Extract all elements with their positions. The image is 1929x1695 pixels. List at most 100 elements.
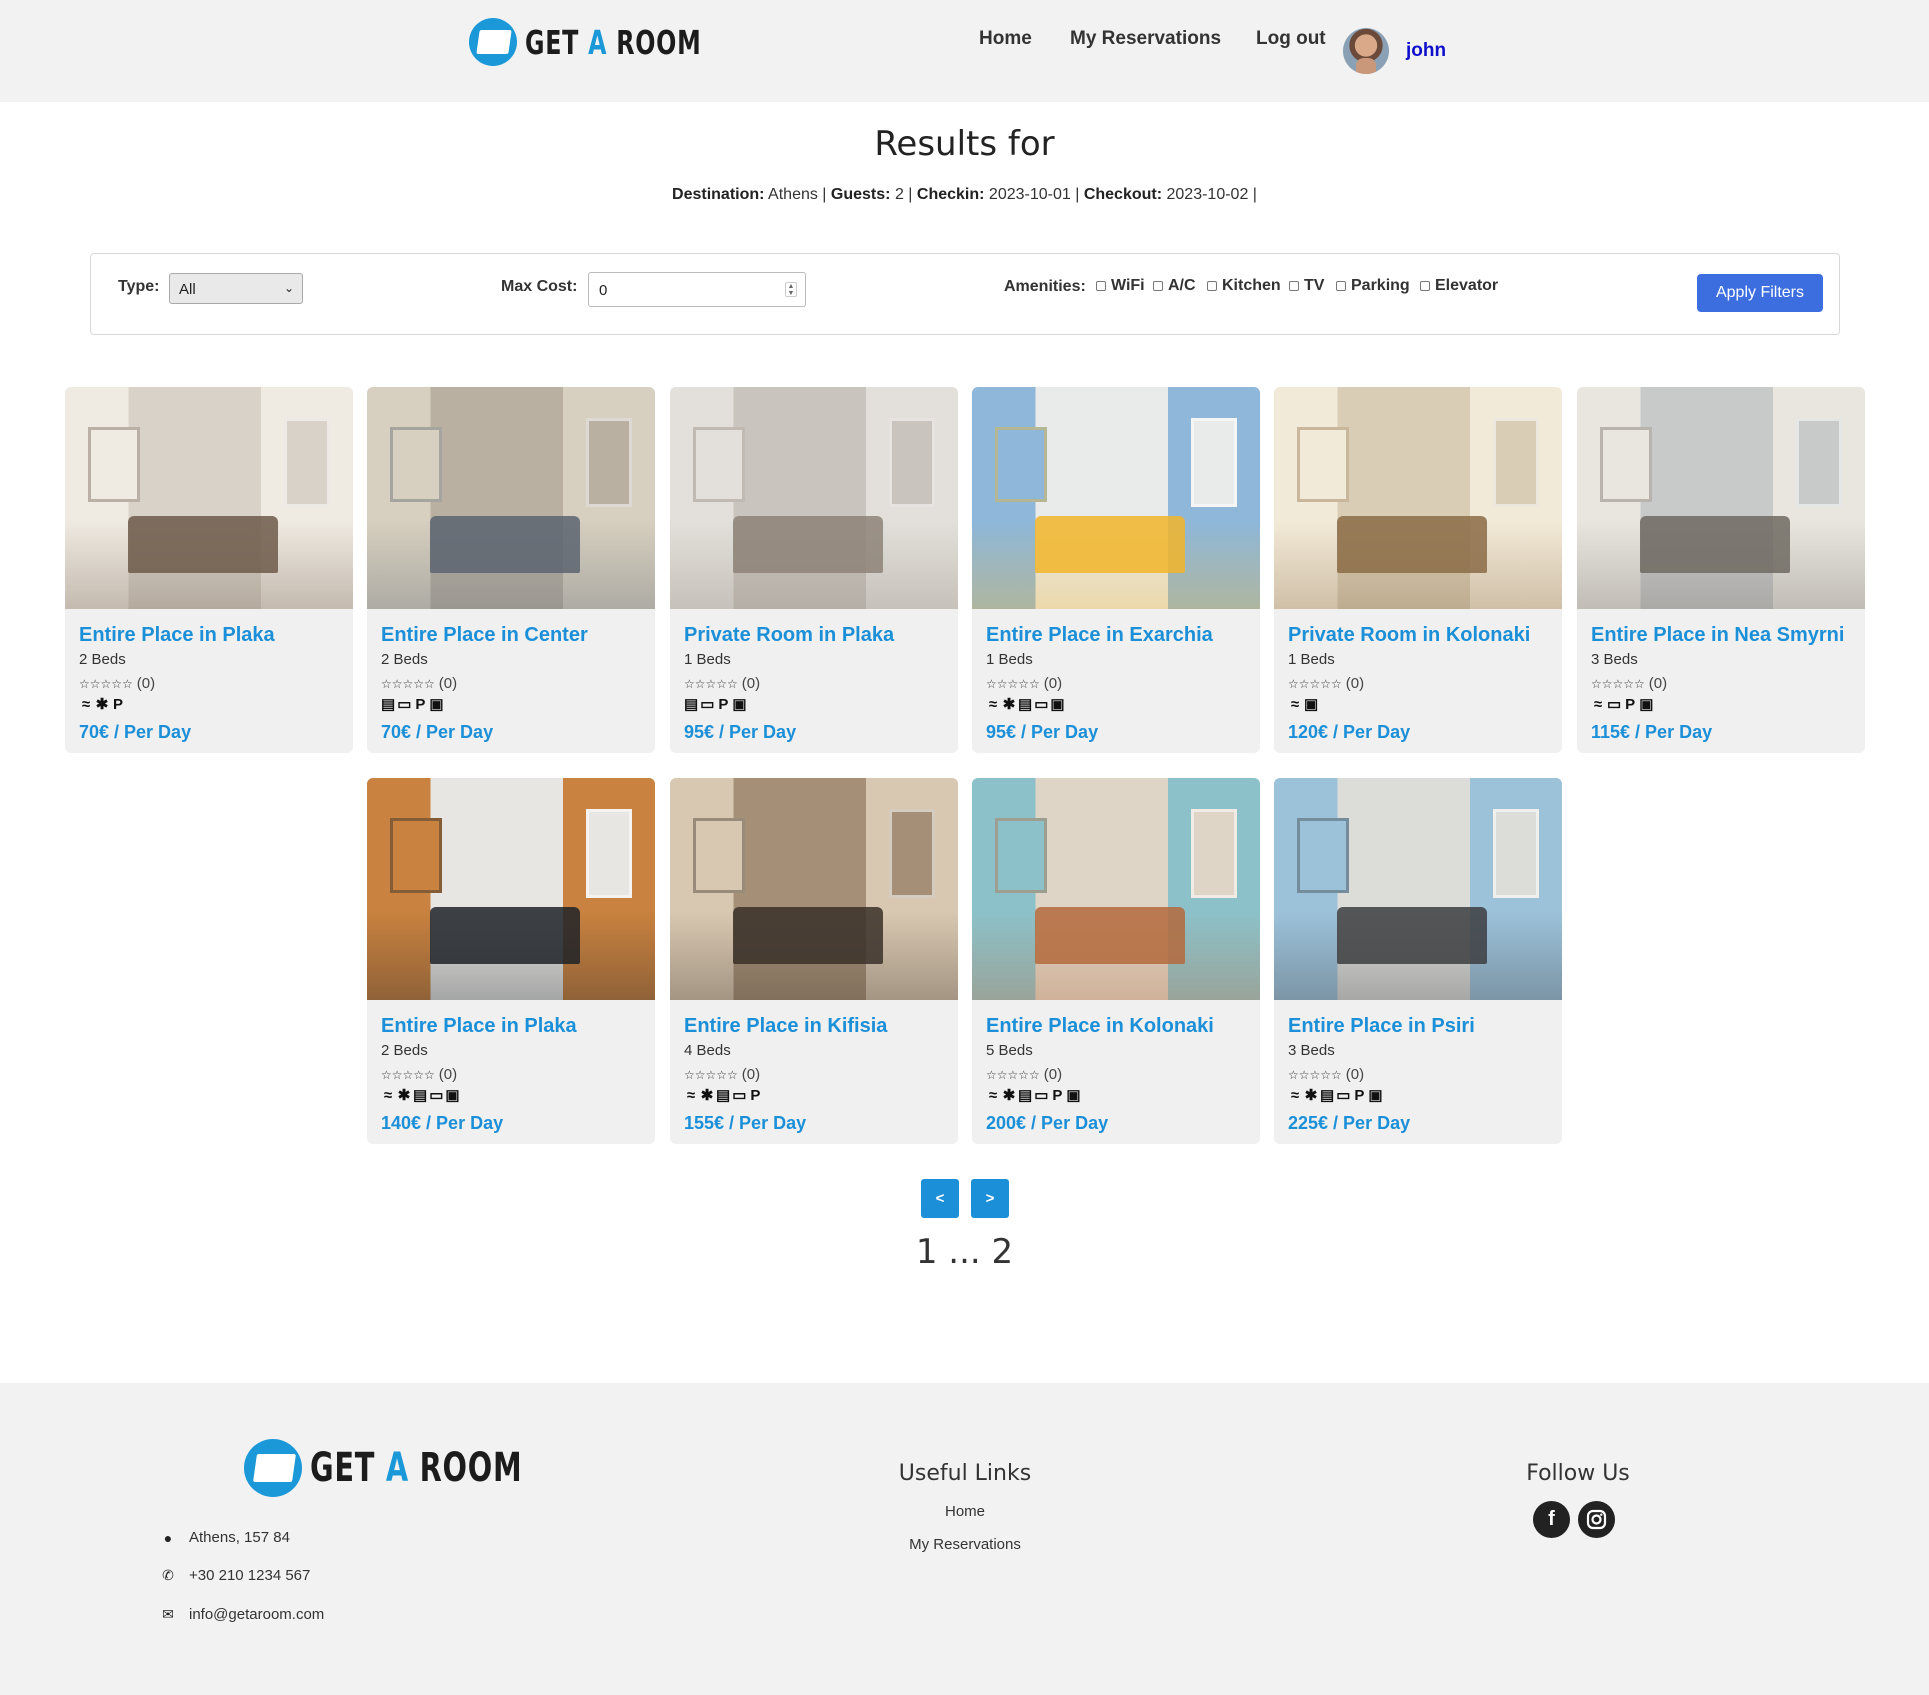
star-rating-icon: ☆☆☆☆☆ [986, 1067, 1040, 1082]
listing-amenities: ▤ ▭ P ▣ [381, 695, 444, 714]
listing-title[interactable]: Entire Place in Kolonaki [986, 1015, 1214, 1038]
amenity-elevator-checkbox[interactable]: Elevator [1420, 277, 1498, 295]
amenity-kitchen-checkbox[interactable]: Kitchen [1207, 277, 1281, 295]
stepper-icon[interactable]: ▲ ▼ [785, 282, 797, 297]
listing-photo[interactable] [367, 387, 655, 609]
listing-card[interactable]: Entire Place in Exarchia 1 Beds ☆☆☆☆☆ (0… [972, 387, 1260, 753]
ac-icon: ✱ [1304, 1087, 1318, 1104]
listing-title[interactable]: Entire Place in Plaka [79, 624, 275, 647]
search-summary: Destination: Athens | Guests: 2 | Checki… [672, 186, 1257, 203]
useful-links-heading: Useful Links [898, 1461, 1032, 1486]
amenity-wifi-checkbox[interactable]: WiFi [1096, 277, 1145, 295]
tv-icon: ▭ [1034, 696, 1049, 713]
listing-rating: ☆☆☆☆☆ (0) [986, 1066, 1063, 1083]
listing-photo[interactable] [367, 778, 655, 1000]
listing-title[interactable]: Private Room in Plaka [684, 624, 894, 647]
star-rating-icon: ☆☆☆☆☆ [684, 1067, 738, 1082]
apply-filters-button[interactable]: Apply Filters [1697, 274, 1823, 312]
parking-icon: P [750, 1086, 761, 1104]
elevator-icon: ▣ [1368, 1087, 1383, 1104]
amenity-parking-checkbox[interactable]: Parking [1336, 277, 1410, 295]
logo-text: GET A ROOM [525, 22, 702, 62]
wifi-icon: ≈ [686, 1086, 696, 1104]
listing-amenities: ≈ ✱ ▤ ▭ P [684, 1086, 762, 1105]
parking-icon: P [415, 695, 426, 713]
kitchen-icon: ▤ [1018, 696, 1033, 713]
instagram-icon[interactable] [1578, 1501, 1615, 1538]
username-link[interactable]: john [1406, 40, 1446, 62]
ac-icon: ✱ [700, 1087, 714, 1104]
listing-title[interactable]: Entire Place in Center [381, 624, 588, 647]
listing-amenities: ≈ ✱ P [79, 695, 125, 714]
listing-amenities: ▤ ▭ P ▣ [684, 695, 747, 714]
listing-card[interactable]: Entire Place in Kifisia 4 Beds ☆☆☆☆☆ (0)… [670, 778, 958, 1144]
site-footer: GET A ROOM ● Athens, 157 84 ✆ +30 210 1234… [0, 1383, 1929, 1695]
listing-card[interactable]: Entire Place in Plaka 2 Beds ☆☆☆☆☆ (0) ≈… [367, 778, 655, 1144]
listing-photo[interactable] [65, 387, 353, 609]
listing-title[interactable]: Private Room in Kolonaki [1288, 624, 1530, 647]
prev-page-button[interactable]: < [921, 1179, 959, 1218]
listing-photo[interactable] [670, 778, 958, 1000]
amenity-ac-checkbox[interactable]: A/C [1153, 277, 1196, 295]
star-rating-icon: ☆☆☆☆☆ [1288, 1067, 1342, 1082]
listing-amenities: ≈ ✱ ▤ ▭ ▣ [381, 1086, 460, 1105]
listing-card[interactable]: Entire Place in Nea Smyrni 3 Beds ☆☆☆☆☆ … [1577, 387, 1865, 753]
amenity-tv-checkbox[interactable]: TV [1289, 277, 1324, 295]
listing-photo[interactable] [972, 778, 1260, 1000]
kitchen-icon: ▤ [413, 1087, 428, 1104]
max-cost-input[interactable]: 0 ▲ ▼ [588, 272, 806, 307]
listing-title[interactable]: Entire Place in Plaka [381, 1015, 577, 1038]
listing-card[interactable]: Private Room in Plaka 1 Beds ☆☆☆☆☆ (0) ▤… [670, 387, 958, 753]
listing-card[interactable]: Entire Place in Kolonaki 5 Beds ☆☆☆☆☆ (0… [972, 778, 1260, 1144]
nav-home[interactable]: Home [979, 28, 1032, 50]
listing-title[interactable]: Entire Place in Nea Smyrni [1591, 624, 1844, 647]
listing-photo[interactable] [1274, 778, 1562, 1000]
footer-link-home[interactable]: Home [865, 1503, 1065, 1520]
footer-email: ✉ info@getaroom.com [162, 1606, 325, 1623]
elevator-icon: ▣ [1639, 696, 1654, 713]
location-pin-icon: ● [163, 1529, 173, 1546]
wifi-icon: ≈ [1290, 695, 1300, 713]
footer-link-my-reservations[interactable]: My Reservations [865, 1536, 1065, 1553]
listing-card[interactable]: Private Room in Kolonaki 1 Beds ☆☆☆☆☆ (0… [1274, 387, 1562, 753]
site-logo[interactable]: GET A ROOM [469, 18, 770, 66]
listing-card[interactable]: Entire Place in Plaka 2 Beds ☆☆☆☆☆ (0) ≈… [65, 387, 353, 753]
listing-amenities: ≈ ▭ P ▣ [1591, 695, 1654, 714]
listing-beds: 1 Beds [1288, 651, 1335, 668]
facebook-icon[interactable]: f [1533, 1501, 1570, 1538]
footer-address: ● Athens, 157 84 [161, 1529, 290, 1546]
listing-price: 155€ / Per Day [684, 1113, 807, 1133]
nav-log-out[interactable]: Log out [1256, 28, 1326, 50]
listing-beds: 1 Beds [684, 651, 731, 668]
elevator-icon: ▣ [445, 1087, 460, 1104]
parking-icon: P [1625, 695, 1636, 713]
user-avatar[interactable] [1343, 28, 1389, 74]
listing-title[interactable]: Entire Place in Kifisia [684, 1015, 887, 1038]
listing-price: 70€ / Per Day [79, 722, 192, 742]
listing-card[interactable]: Entire Place in Center 2 Beds ☆☆☆☆☆ (0) … [367, 387, 655, 753]
page-numbers[interactable]: 1 ... 2 [0, 1232, 1929, 1272]
listing-photo[interactable] [972, 387, 1260, 609]
tv-icon: ▭ [700, 696, 715, 713]
type-select[interactable]: All ⌄ [169, 273, 303, 304]
next-page-button[interactable]: > [971, 1179, 1009, 1218]
listing-photo[interactable] [1577, 387, 1865, 609]
kitchen-icon: ▤ [684, 696, 699, 713]
listing-rating: ☆☆☆☆☆ (0) [684, 675, 761, 692]
kitchen-icon: ▤ [381, 696, 396, 713]
wifi-icon: ≈ [383, 1086, 393, 1104]
listing-card[interactable]: Entire Place in Psiri 3 Beds ☆☆☆☆☆ (0) ≈… [1274, 778, 1562, 1144]
footer-logo[interactable]: GET A ROOM [244, 1439, 605, 1497]
listing-title[interactable]: Entire Place in Psiri [1288, 1015, 1475, 1038]
listing-rating: ☆☆☆☆☆ (0) [381, 1066, 458, 1083]
parking-icon: P [1354, 1086, 1365, 1104]
listing-price: 95€ / Per Day [684, 722, 797, 742]
listing-amenities: ≈ ▣ [1288, 695, 1318, 714]
listing-beds: 1 Beds [986, 651, 1033, 668]
listing-photo[interactable] [1274, 387, 1562, 609]
kitchen-icon: ▤ [1320, 1087, 1335, 1104]
site-header: GET A ROOM Home My Reservations Log out … [0, 0, 1929, 102]
listing-title[interactable]: Entire Place in Exarchia [986, 624, 1213, 647]
listing-photo[interactable] [670, 387, 958, 609]
nav-my-reservations[interactable]: My Reservations [1070, 28, 1221, 50]
